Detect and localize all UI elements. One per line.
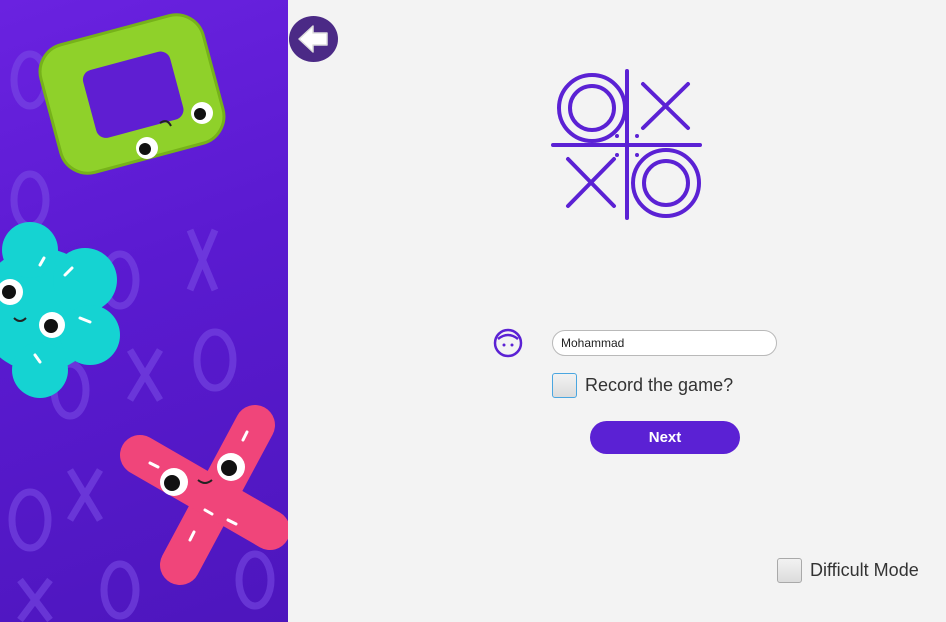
difficult-mode-checkbox[interactable]: [777, 558, 802, 583]
record-game-checkbox[interactable]: [552, 373, 577, 398]
record-game-label: Record the game?: [585, 375, 734, 395]
green-o-character: [38, 13, 226, 175]
tic-tac-toe-logo: [551, 69, 702, 220]
back-button[interactable]: [289, 16, 338, 62]
player-name-input[interactable]: [552, 330, 777, 356]
pink-x-character: [120, 405, 288, 585]
record-game-option[interactable]: Record the game?: [552, 373, 733, 398]
arrow-left-icon: [298, 25, 328, 53]
face-icon: [493, 328, 523, 358]
decorative-art-panel: [0, 0, 288, 622]
difficult-mode-label: Difficult Mode: [810, 560, 919, 580]
teal-flower-character: [0, 222, 120, 398]
background-pattern: [0, 13, 288, 622]
next-button[interactable]: Next: [590, 421, 740, 454]
difficult-mode-option[interactable]: Difficult Mode: [777, 558, 919, 583]
